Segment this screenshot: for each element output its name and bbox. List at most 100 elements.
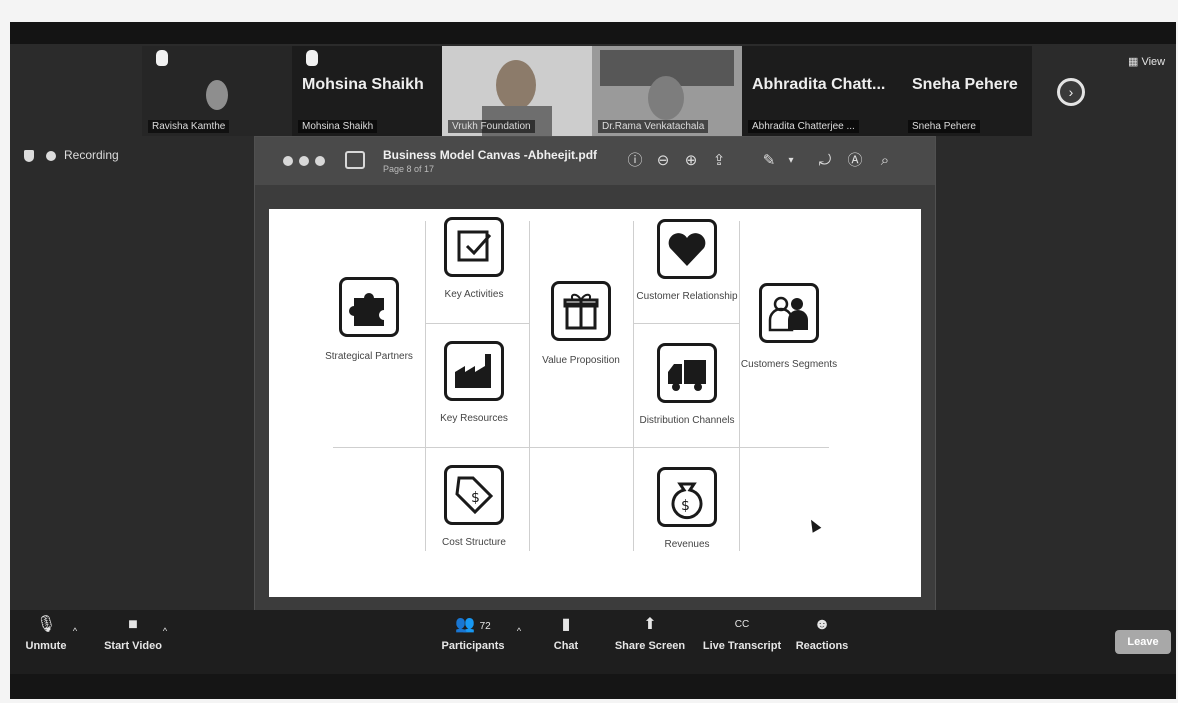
chevron-right-icon: › xyxy=(1068,84,1074,100)
mouse-cursor-icon xyxy=(806,517,822,533)
search-icon[interactable]: ⌕ xyxy=(875,151,895,171)
sidebar-toggle-icon[interactable] xyxy=(345,151,365,169)
rotate-icon[interactable]: ⤾ xyxy=(815,151,835,171)
participant-tile[interactable]: Abhradita Chatt... Abhradita Chatterjee … xyxy=(742,46,902,136)
customers-icon xyxy=(759,283,819,343)
participant-name: Sneha Pehere xyxy=(908,120,980,133)
participant-name: Ravisha Kamthe xyxy=(148,120,230,133)
zoom-window: Ravisha Kamthe Mohsina Shaikh Mohsina Sh… xyxy=(10,22,1176,699)
participant-name: Mohsina Shaikh xyxy=(298,120,378,133)
participants-icon: 👥 72 xyxy=(455,616,491,633)
muted-mic-icon: 🎙 xyxy=(36,616,57,633)
chevron-up-icon: ^ xyxy=(162,626,168,636)
key-resources-label: Key Resources xyxy=(440,413,508,424)
chat-button[interactable]: ▮ Chat xyxy=(548,616,584,652)
grid-divider xyxy=(739,221,740,551)
video-options-chevron[interactable]: ^ xyxy=(160,626,170,636)
recording-label: Recording xyxy=(64,148,119,162)
reactions-button[interactable]: ☻ Reactions xyxy=(792,616,852,652)
gift-icon xyxy=(551,281,611,341)
share-icon[interactable]: ⇪ xyxy=(709,151,729,171)
share-screen-icon: ⬆ xyxy=(643,616,657,633)
heart-icon xyxy=(657,219,717,279)
participant-gallery: Ravisha Kamthe Mohsina Shaikh Mohsina Sh… xyxy=(142,46,1032,136)
svg-text:$: $ xyxy=(471,490,480,506)
participant-tile[interactable]: Mohsina Shaikh Mohsina Shaikh xyxy=(292,46,442,136)
participant-tile[interactable]: Sneha Pehere Sneha Pehere xyxy=(902,46,1032,136)
grid-icon: ▦ xyxy=(1128,56,1142,68)
avatar xyxy=(206,80,228,110)
info-icon[interactable]: ⓘ xyxy=(625,151,645,171)
video-off-icon: ■ xyxy=(128,616,138,633)
key-activities-label: Key Activities xyxy=(444,289,504,300)
grid-divider xyxy=(333,447,829,448)
money-bag-icon: $ xyxy=(657,467,717,527)
pdf-viewer-window[interactable]: Business Model Canvas -Abheejit.pdf Page… xyxy=(254,136,936,620)
markup-pen-icon[interactable]: ✎ xyxy=(759,151,779,171)
chevron-down-icon[interactable]: ▾ xyxy=(781,151,801,171)
smiley-icon: ☻ xyxy=(813,616,831,633)
meeting-controls: 🎙 Unmute ^ ■ Start Video ^ 👥 72 Particip… xyxy=(10,610,1176,674)
price-tag-icon: $ xyxy=(444,465,504,525)
avatar xyxy=(648,76,684,120)
participants-count: 72 xyxy=(479,621,491,632)
cost-structure-label: Cost Structure xyxy=(442,537,506,548)
share-screen-label: Share Screen xyxy=(614,640,686,652)
participants-label: Participants xyxy=(441,640,505,652)
customer-segments-label: Customers Segments xyxy=(740,359,838,370)
zoom-window-button[interactable] xyxy=(315,156,325,166)
chevron-up-icon: ^ xyxy=(72,626,78,636)
participants-options-chevron[interactable]: ^ xyxy=(514,626,524,636)
avatar xyxy=(496,60,536,110)
leave-button[interactable]: Leave xyxy=(1115,630,1171,654)
pdf-page: Strategical Partners Key Activities Key … xyxy=(269,209,921,597)
checkbox-icon xyxy=(444,217,504,277)
pdf-toolbar: Business Model Canvas -Abheejit.pdf Page… xyxy=(255,137,935,185)
live-transcript-button[interactable]: CC Live Transcript xyxy=(700,616,784,652)
participant-name: Dr.Rama Venkatachala xyxy=(598,120,709,133)
view-button[interactable]: ▦ View xyxy=(1128,55,1165,68)
annotate-icon[interactable]: Ⓐ xyxy=(845,151,865,171)
chevron-up-icon: ^ xyxy=(516,626,522,636)
start-video-label: Start Video xyxy=(104,640,162,652)
audio-options-chevron[interactable]: ^ xyxy=(70,626,80,636)
top-bezel xyxy=(10,22,1176,44)
key-partners-label: Strategical Partners xyxy=(325,351,413,362)
participant-display-name: Abhradita Chatt... xyxy=(752,76,886,93)
puzzle-icon xyxy=(339,277,399,337)
participant-tile[interactable]: Vrukh Foundation xyxy=(442,46,592,136)
grid-divider xyxy=(529,221,530,551)
view-label: View xyxy=(1141,56,1166,68)
participant-display-name: Mohsina Shaikh xyxy=(302,76,424,93)
channels-label: Distribution Channels xyxy=(639,415,735,426)
closed-caption-icon: CC xyxy=(734,619,750,630)
grid-divider xyxy=(425,323,529,324)
raised-hand-icon xyxy=(306,50,318,66)
participant-tile[interactable]: Ravisha Kamthe xyxy=(142,46,292,136)
grid-divider xyxy=(633,323,739,324)
unmute-label: Unmute xyxy=(25,640,67,652)
svg-text:$: $ xyxy=(681,498,690,514)
live-transcript-label: Live Transcript xyxy=(702,640,782,652)
grid-divider xyxy=(425,221,426,551)
recording-icon xyxy=(46,151,56,161)
page-indicator: Page 8 of 17 xyxy=(383,164,435,174)
next-page-button[interactable]: › xyxy=(1057,78,1085,106)
grid-divider xyxy=(633,221,634,551)
minimize-window-button[interactable] xyxy=(299,156,309,166)
participants-button[interactable]: 👥 72 Participants xyxy=(438,616,508,652)
zoom-out-icon[interactable]: ⊖ xyxy=(653,151,673,171)
close-window-button[interactable] xyxy=(283,156,293,166)
share-screen-button[interactable]: ⬆ Share Screen xyxy=(614,616,686,652)
participant-name: Vrukh Foundation xyxy=(448,120,535,133)
start-video-button[interactable]: ■ Start Video xyxy=(98,616,168,652)
chat-bubble-icon: ▮ xyxy=(561,616,571,633)
shield-icon[interactable] xyxy=(24,150,34,162)
document-title: Business Model Canvas -Abheejit.pdf xyxy=(383,148,598,162)
chat-label: Chat xyxy=(553,640,579,652)
bottom-bezel xyxy=(10,674,1176,699)
revenues-label: Revenues xyxy=(664,539,710,550)
unmute-button[interactable]: 🎙 Unmute xyxy=(24,616,68,652)
participant-tile[interactable]: Dr.Rama Venkatachala xyxy=(592,46,742,136)
zoom-in-icon[interactable]: ⊕ xyxy=(681,151,701,171)
